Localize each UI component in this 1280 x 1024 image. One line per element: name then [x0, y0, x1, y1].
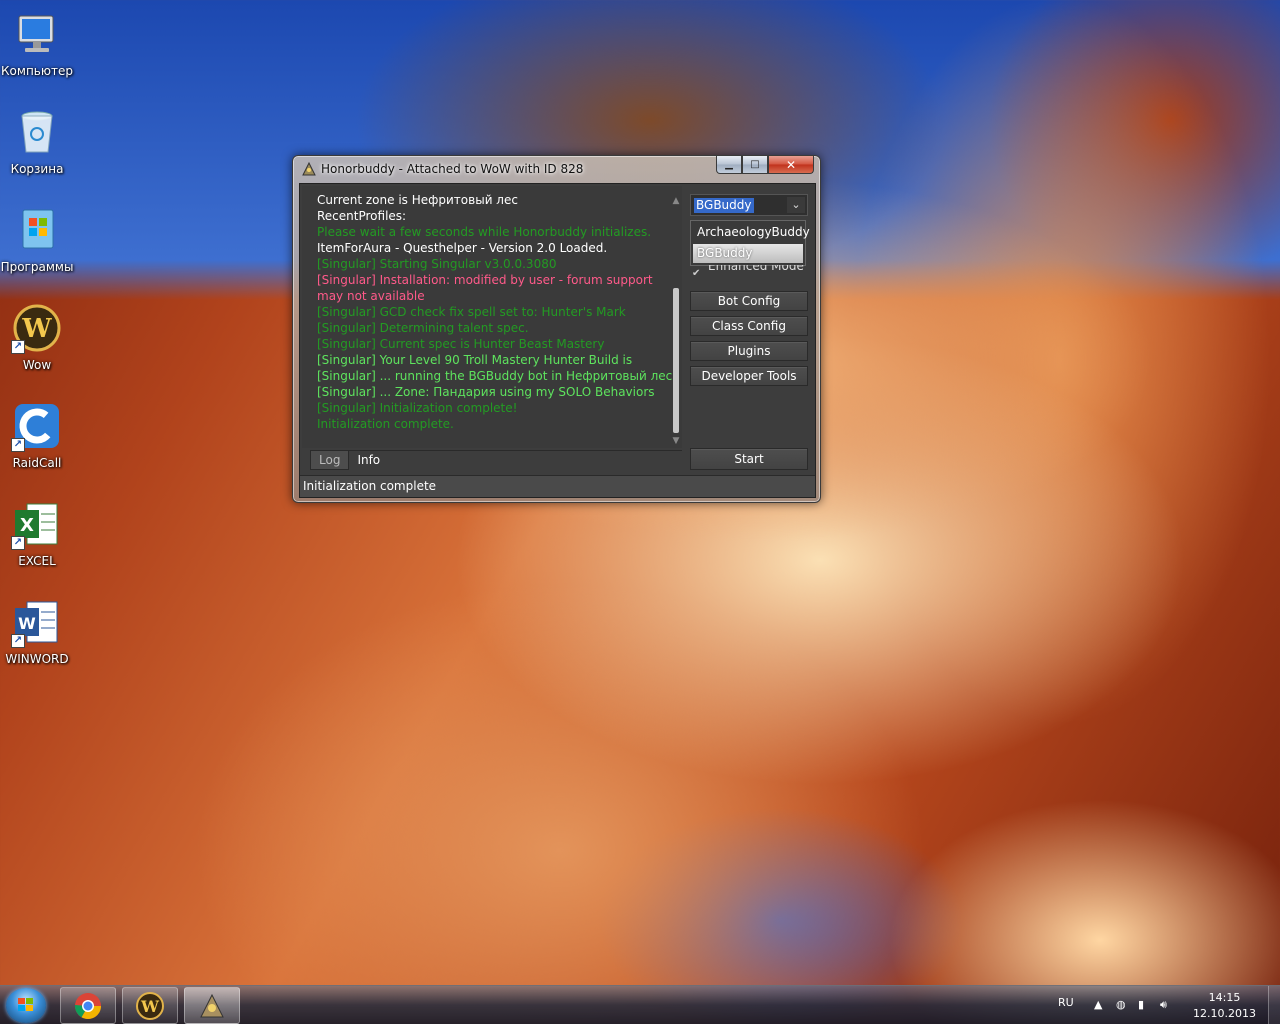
enhanced-mode-label: Enhanced Mode	[708, 265, 804, 273]
scroll-up-arrow-icon[interactable]: ▲	[670, 196, 682, 206]
excel-icon: X ↗	[11, 500, 61, 550]
desktop-icon-excel[interactable]: X ↗ EXCEL	[2, 496, 72, 580]
shortcut-arrow-icon: ↗	[11, 536, 25, 550]
taskbar-chrome-button[interactable]	[60, 987, 116, 1024]
clock-time: 14:15	[1208, 991, 1241, 1004]
bot-option-bgbuddy[interactable]: BGBuddy	[693, 244, 803, 263]
checkmark-icon: ✔	[692, 268, 701, 275]
svg-text:X: X	[20, 515, 34, 536]
scroll-down-arrow-icon[interactable]: ▼	[670, 436, 682, 446]
programs-folder-icon	[13, 206, 61, 254]
chevron-down-icon[interactable]: ⌄	[787, 197, 805, 213]
plugins-button[interactable]: Plugins	[690, 341, 808, 361]
chrome-icon	[74, 993, 102, 1020]
start-button[interactable]: Start	[690, 448, 808, 470]
honorbuddy-app-icon	[301, 161, 317, 177]
desktop-icon-winword[interactable]: W ↗ WINWORD	[2, 594, 72, 678]
show-hidden-icons-icon[interactable]: ▲	[1094, 998, 1102, 1011]
system-clock[interactable]: 14:15 12.10.2013	[1193, 990, 1256, 1022]
desktop-icon-label: Компьютер	[1, 64, 73, 78]
shortcut-arrow-icon: ↗	[11, 438, 25, 452]
desktop-icon-label: Программы	[0, 260, 74, 274]
log-line: [Singular] ... Zone: Пандария using my S…	[317, 385, 655, 399]
bot-select-dropdown[interactable]: BGBuddy ⌄	[690, 194, 808, 216]
honorbuddy-window[interactable]: Honorbuddy - Attached to WoW with ID 828…	[292, 155, 821, 503]
start-button-orb[interactable]	[6, 988, 46, 1023]
log-output[interactable]: Current zone is Нефритовый лес RecentPro…	[302, 186, 682, 448]
log-line: Initialization complete.	[317, 417, 454, 431]
bot-option-archaeologybuddy[interactable]: ArchaeologyBuddy	[693, 223, 810, 242]
window-title: Honorbuddy - Attached to WoW with ID 828	[321, 162, 584, 176]
shortcut-arrow-icon: ↗	[11, 634, 25, 648]
log-line: [Singular] Installation: modified by use…	[317, 273, 653, 303]
desktop-icon-programs[interactable]: Программы	[0, 202, 74, 286]
tab-info[interactable]: Info	[349, 451, 388, 470]
taskbar: W RU ▲ ◍ ▮ 🔊︎ 14:15 12.10.2013	[0, 985, 1280, 1024]
svg-text:W: W	[21, 314, 52, 344]
taskbar-honorbuddy-button[interactable]	[184, 987, 240, 1024]
bot-select-list: ArchaeologyBuddy BGBuddy	[690, 220, 810, 266]
desktop-icon-label: Wow	[22, 358, 52, 372]
log-line: RecentProfiles:	[317, 209, 407, 223]
desktop-icon-label: WINWORD	[5, 652, 69, 666]
log-tabs: Log Info	[310, 450, 682, 470]
desktop-icon-label: EXCEL	[18, 554, 56, 568]
log-line: [Singular] Starting Singular v3.0.0.3080	[317, 257, 557, 271]
log-line: [Singular] Determining talent spec.	[317, 321, 529, 335]
maximize-button[interactable]: □	[742, 156, 768, 174]
svg-text:W: W	[18, 614, 36, 633]
tab-log[interactable]: Log	[310, 451, 350, 470]
log-line: [Singular] GCD check fix spell set to: H…	[317, 305, 626, 319]
desktop-icon-computer[interactable]: Компьютер	[1, 6, 73, 90]
taskbar-wow-button[interactable]: W	[122, 987, 178, 1024]
enhanced-mode-checkbox[interactable]: ✔ Enhanced Mode	[692, 265, 812, 275]
status-bar: Initialization complete	[300, 475, 815, 497]
log-line: [Singular] ... running the BGBuddy bot i…	[317, 369, 673, 383]
signal-bars-icon[interactable]: ▮	[1138, 998, 1144, 1011]
desktop-icon-wow[interactable]: W ↗ Wow	[2, 300, 72, 384]
developer-tools-button[interactable]: Developer Tools	[690, 366, 808, 386]
computer-icon	[13, 10, 61, 58]
word-icon: W ↗	[11, 598, 61, 648]
bot-select-value: BGBuddy	[694, 198, 754, 213]
recycle-bin-icon	[13, 108, 61, 156]
window-titlebar[interactable]: Honorbuddy - Attached to WoW with ID 828…	[293, 156, 820, 182]
log-line: [Singular] Current spec is Hunter Beast …	[317, 337, 605, 351]
bot-config-button[interactable]: Bot Config	[690, 291, 808, 311]
system-tray: RU ▲ ◍ ▮ 🔊︎ 14:15 12.10.2013	[1050, 986, 1280, 1024]
close-button[interactable]: ✕	[768, 156, 814, 174]
show-desktop-button[interactable]	[1268, 986, 1280, 1024]
log-line: ItemForAura - Questhelper - Version 2.0 …	[317, 241, 608, 255]
window-client-area: Current zone is Нефритовый лес RecentPro…	[299, 183, 816, 498]
volume-icon[interactable]: 🔊︎	[1160, 998, 1167, 1012]
log-line: [Singular] Initialization complete!	[317, 401, 518, 415]
log-scrollbar[interactable]: ▲ ▼	[670, 196, 682, 446]
log-line: Please wait a few seconds while Honorbud…	[317, 225, 652, 239]
honorbuddy-app-icon	[200, 993, 224, 1018]
windows-logo-icon	[18, 998, 33, 1011]
network-globe-icon[interactable]: ◍	[1116, 998, 1126, 1011]
class-config-button[interactable]: Class Config	[690, 316, 808, 336]
desktop-icon-recycle-bin[interactable]: Корзина	[2, 104, 72, 188]
wow-logo-icon: W	[136, 992, 164, 1020]
shortcut-arrow-icon: ↗	[11, 340, 25, 354]
svg-text:W: W	[140, 997, 160, 1016]
log-line: [Singular] Your Level 90 Troll Mastery H…	[317, 353, 633, 367]
minimize-button[interactable]: ▁	[716, 156, 742, 174]
language-indicator[interactable]: RU	[1058, 996, 1074, 1009]
desktop-icon-label: Корзина	[10, 162, 64, 176]
raidcall-icon: ↗	[11, 402, 61, 452]
clock-date: 12.10.2013	[1193, 1007, 1256, 1020]
wow-logo-icon: W ↗	[11, 304, 61, 354]
scrollbar-thumb[interactable]	[673, 288, 679, 433]
desktop-icon-label: RaidCall	[12, 456, 62, 470]
desktop-icon-raidcall[interactable]: ↗ RaidCall	[2, 398, 72, 482]
log-line: Current zone is Нефритовый лес	[317, 193, 518, 207]
